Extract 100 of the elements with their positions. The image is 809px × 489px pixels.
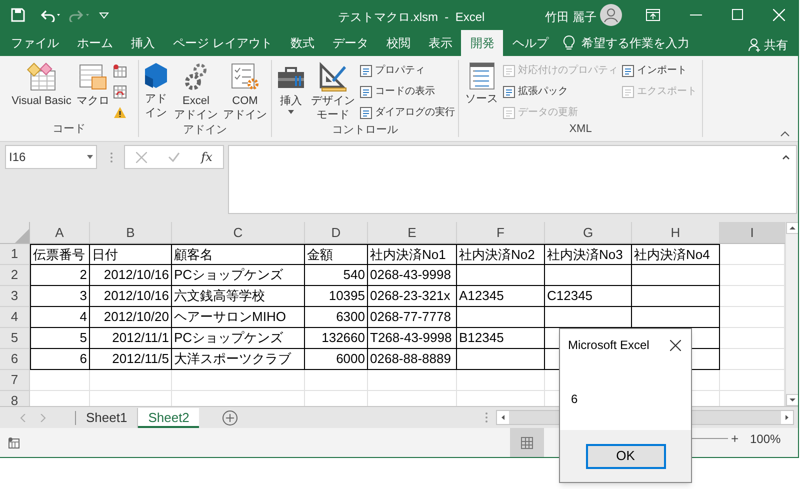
document-icon bbox=[502, 84, 516, 98]
save-icon[interactable] bbox=[11, 8, 25, 22]
ribbon-tab[interactable]: 数式 bbox=[281, 30, 324, 56]
scroll-down-icon[interactable] bbox=[786, 394, 798, 406]
ok-button[interactable]: OK bbox=[586, 444, 666, 468]
zoom-in-button[interactable]: + bbox=[731, 429, 739, 448]
ribbon-tab[interactable]: ファイル bbox=[2, 30, 68, 56]
row-header[interactable]: 2 bbox=[0, 265, 30, 286]
scroll-up-icon[interactable] bbox=[786, 222, 798, 234]
column-header[interactable]: I bbox=[720, 222, 785, 243]
row-header[interactable]: 6 bbox=[0, 349, 30, 370]
ribbon-button[interactable]: Excel アドイン bbox=[173, 62, 219, 122]
column-header[interactable]: F bbox=[457, 222, 545, 243]
customize-caret-icon[interactable] bbox=[99, 11, 109, 19]
table-cell: 社内決済No1 bbox=[368, 244, 457, 265]
column-header[interactable]: A bbox=[30, 222, 90, 243]
row-header[interactable]: 1 bbox=[0, 244, 30, 265]
row-header[interactable]: 8 bbox=[0, 391, 30, 406]
ribbon-display-icon[interactable] bbox=[646, 9, 660, 21]
row-header[interactable]: 3 bbox=[0, 286, 30, 307]
column-header[interactable]: G bbox=[545, 222, 632, 243]
avatar-icon[interactable] bbox=[600, 4, 622, 26]
vertical-scrollbar[interactable] bbox=[785, 222, 798, 406]
relative-reference-icon bbox=[113, 84, 128, 98]
ribbon-tab[interactable]: データ bbox=[323, 30, 378, 56]
collapse-ribbon-icon[interactable] bbox=[780, 131, 790, 137]
name-box[interactable]: I16 bbox=[5, 145, 97, 169]
ribbon-tab[interactable]: 挿入 bbox=[122, 30, 164, 56]
ribbon-button[interactable]: ダイアログの実行 bbox=[359, 104, 455, 121]
minimize-icon[interactable] bbox=[690, 14, 702, 16]
table-cell: 顧客名 bbox=[172, 244, 305, 265]
row-header[interactable]: 7 bbox=[0, 370, 30, 391]
add-sheet-icon[interactable] bbox=[222, 410, 238, 426]
grid-icon bbox=[521, 436, 533, 448]
table-cell: 0268-88-8889 bbox=[368, 349, 457, 370]
column-header[interactable]: D bbox=[305, 222, 368, 243]
insert-function-button[interactable]: fx bbox=[201, 148, 212, 166]
undo-icon[interactable] bbox=[41, 8, 63, 22]
ribbon-button[interactable]: インポート bbox=[621, 62, 697, 79]
formula-input[interactable] bbox=[228, 145, 797, 214]
scroll-left-icon[interactable] bbox=[497, 411, 510, 424]
macro-record-status-icon bbox=[8, 436, 20, 448]
maximize-icon[interactable] bbox=[732, 9, 743, 20]
ribbon-tab[interactable]: 表示 bbox=[419, 30, 462, 56]
ribbon-button[interactable]: マクロ bbox=[75, 62, 110, 108]
table-cell: A12345 bbox=[457, 286, 545, 307]
ribbon-icon-button[interactable] bbox=[113, 83, 128, 100]
ribbon-button[interactable]: 挿入 bbox=[275, 62, 307, 114]
row-header[interactable]: 5 bbox=[0, 328, 30, 349]
table-cell: 10395 bbox=[305, 286, 368, 307]
code-window-icon bbox=[26, 62, 56, 92]
ribbon-button[interactable]: ソース bbox=[464, 62, 499, 106]
row-header[interactable]: 4 bbox=[0, 307, 30, 328]
dialog-message: 6 bbox=[571, 392, 578, 406]
table-cell: PCショップケンズ bbox=[172, 328, 305, 349]
grip-dots-icon bbox=[485, 412, 488, 423]
document-icon bbox=[359, 84, 373, 98]
ribbon-button[interactable]: デザイン モード bbox=[310, 62, 356, 122]
table-cell: 2 bbox=[30, 265, 90, 286]
ribbon-tab[interactable]: ホーム bbox=[68, 30, 122, 56]
warning-icon bbox=[113, 106, 128, 119]
checklist-gear-icon bbox=[230, 62, 260, 92]
column-header[interactable]: B bbox=[90, 222, 172, 243]
table-cell: 社内決済No4 bbox=[632, 244, 720, 265]
zoom-level[interactable]: 100% bbox=[750, 430, 781, 448]
tell-me-field[interactable]: 希望する作業を入力 bbox=[581, 34, 722, 52]
collapse-caret-icon[interactable] bbox=[782, 155, 790, 160]
ribbon-tab[interactable]: 校閲 bbox=[377, 30, 420, 56]
table-cell: 2012/10/16 bbox=[90, 286, 172, 307]
ribbon-button[interactable]: コードの表示 bbox=[359, 83, 455, 100]
sheet-tab[interactable]: Sheet2 bbox=[138, 408, 200, 428]
ribbon-button[interactable]: アド イン bbox=[142, 62, 170, 120]
ribbon-icon-button[interactable] bbox=[113, 62, 128, 79]
ribbon-button[interactable]: 拡張パック bbox=[502, 83, 618, 100]
table-cell: 金額 bbox=[305, 244, 368, 265]
ribbon-button[interactable]: Visual Basic bbox=[10, 62, 72, 108]
ribbon-tab[interactable]: ヘルプ bbox=[503, 30, 558, 56]
ribbon-tab[interactable]: ページ レイアウト bbox=[164, 30, 282, 56]
table-cell: T268-43-9998 bbox=[368, 328, 457, 349]
enter-check-icon[interactable] bbox=[168, 152, 180, 162]
ribbon-button[interactable]: COM アドイン bbox=[222, 62, 268, 122]
column-header[interactable]: E bbox=[368, 222, 457, 243]
table-cell: 5 bbox=[30, 328, 90, 349]
table-cell: 2012/11/1 bbox=[90, 328, 172, 349]
table-cell: 6000 bbox=[305, 349, 368, 370]
scroll-right-icon[interactable] bbox=[781, 411, 794, 424]
close-icon[interactable] bbox=[670, 340, 681, 350]
ruler-triangle-icon bbox=[318, 62, 348, 92]
table-cell: 2012/10/16 bbox=[90, 265, 172, 286]
column-header[interactable]: C bbox=[172, 222, 305, 243]
table-cell: 6300 bbox=[305, 307, 368, 328]
ribbon-button[interactable]: プロパティ bbox=[359, 62, 455, 79]
table-cell: B12345 bbox=[457, 328, 545, 349]
ribbon-tab[interactable]: 開発 bbox=[461, 30, 504, 56]
document-icon bbox=[621, 64, 635, 78]
user-name: 竹田 麗子 bbox=[545, 9, 596, 26]
table-cell: 社内決済No3 bbox=[545, 244, 632, 265]
share-button[interactable]: 共有 bbox=[748, 36, 788, 54]
document-icon bbox=[359, 106, 373, 120]
document-icon bbox=[502, 106, 516, 120]
